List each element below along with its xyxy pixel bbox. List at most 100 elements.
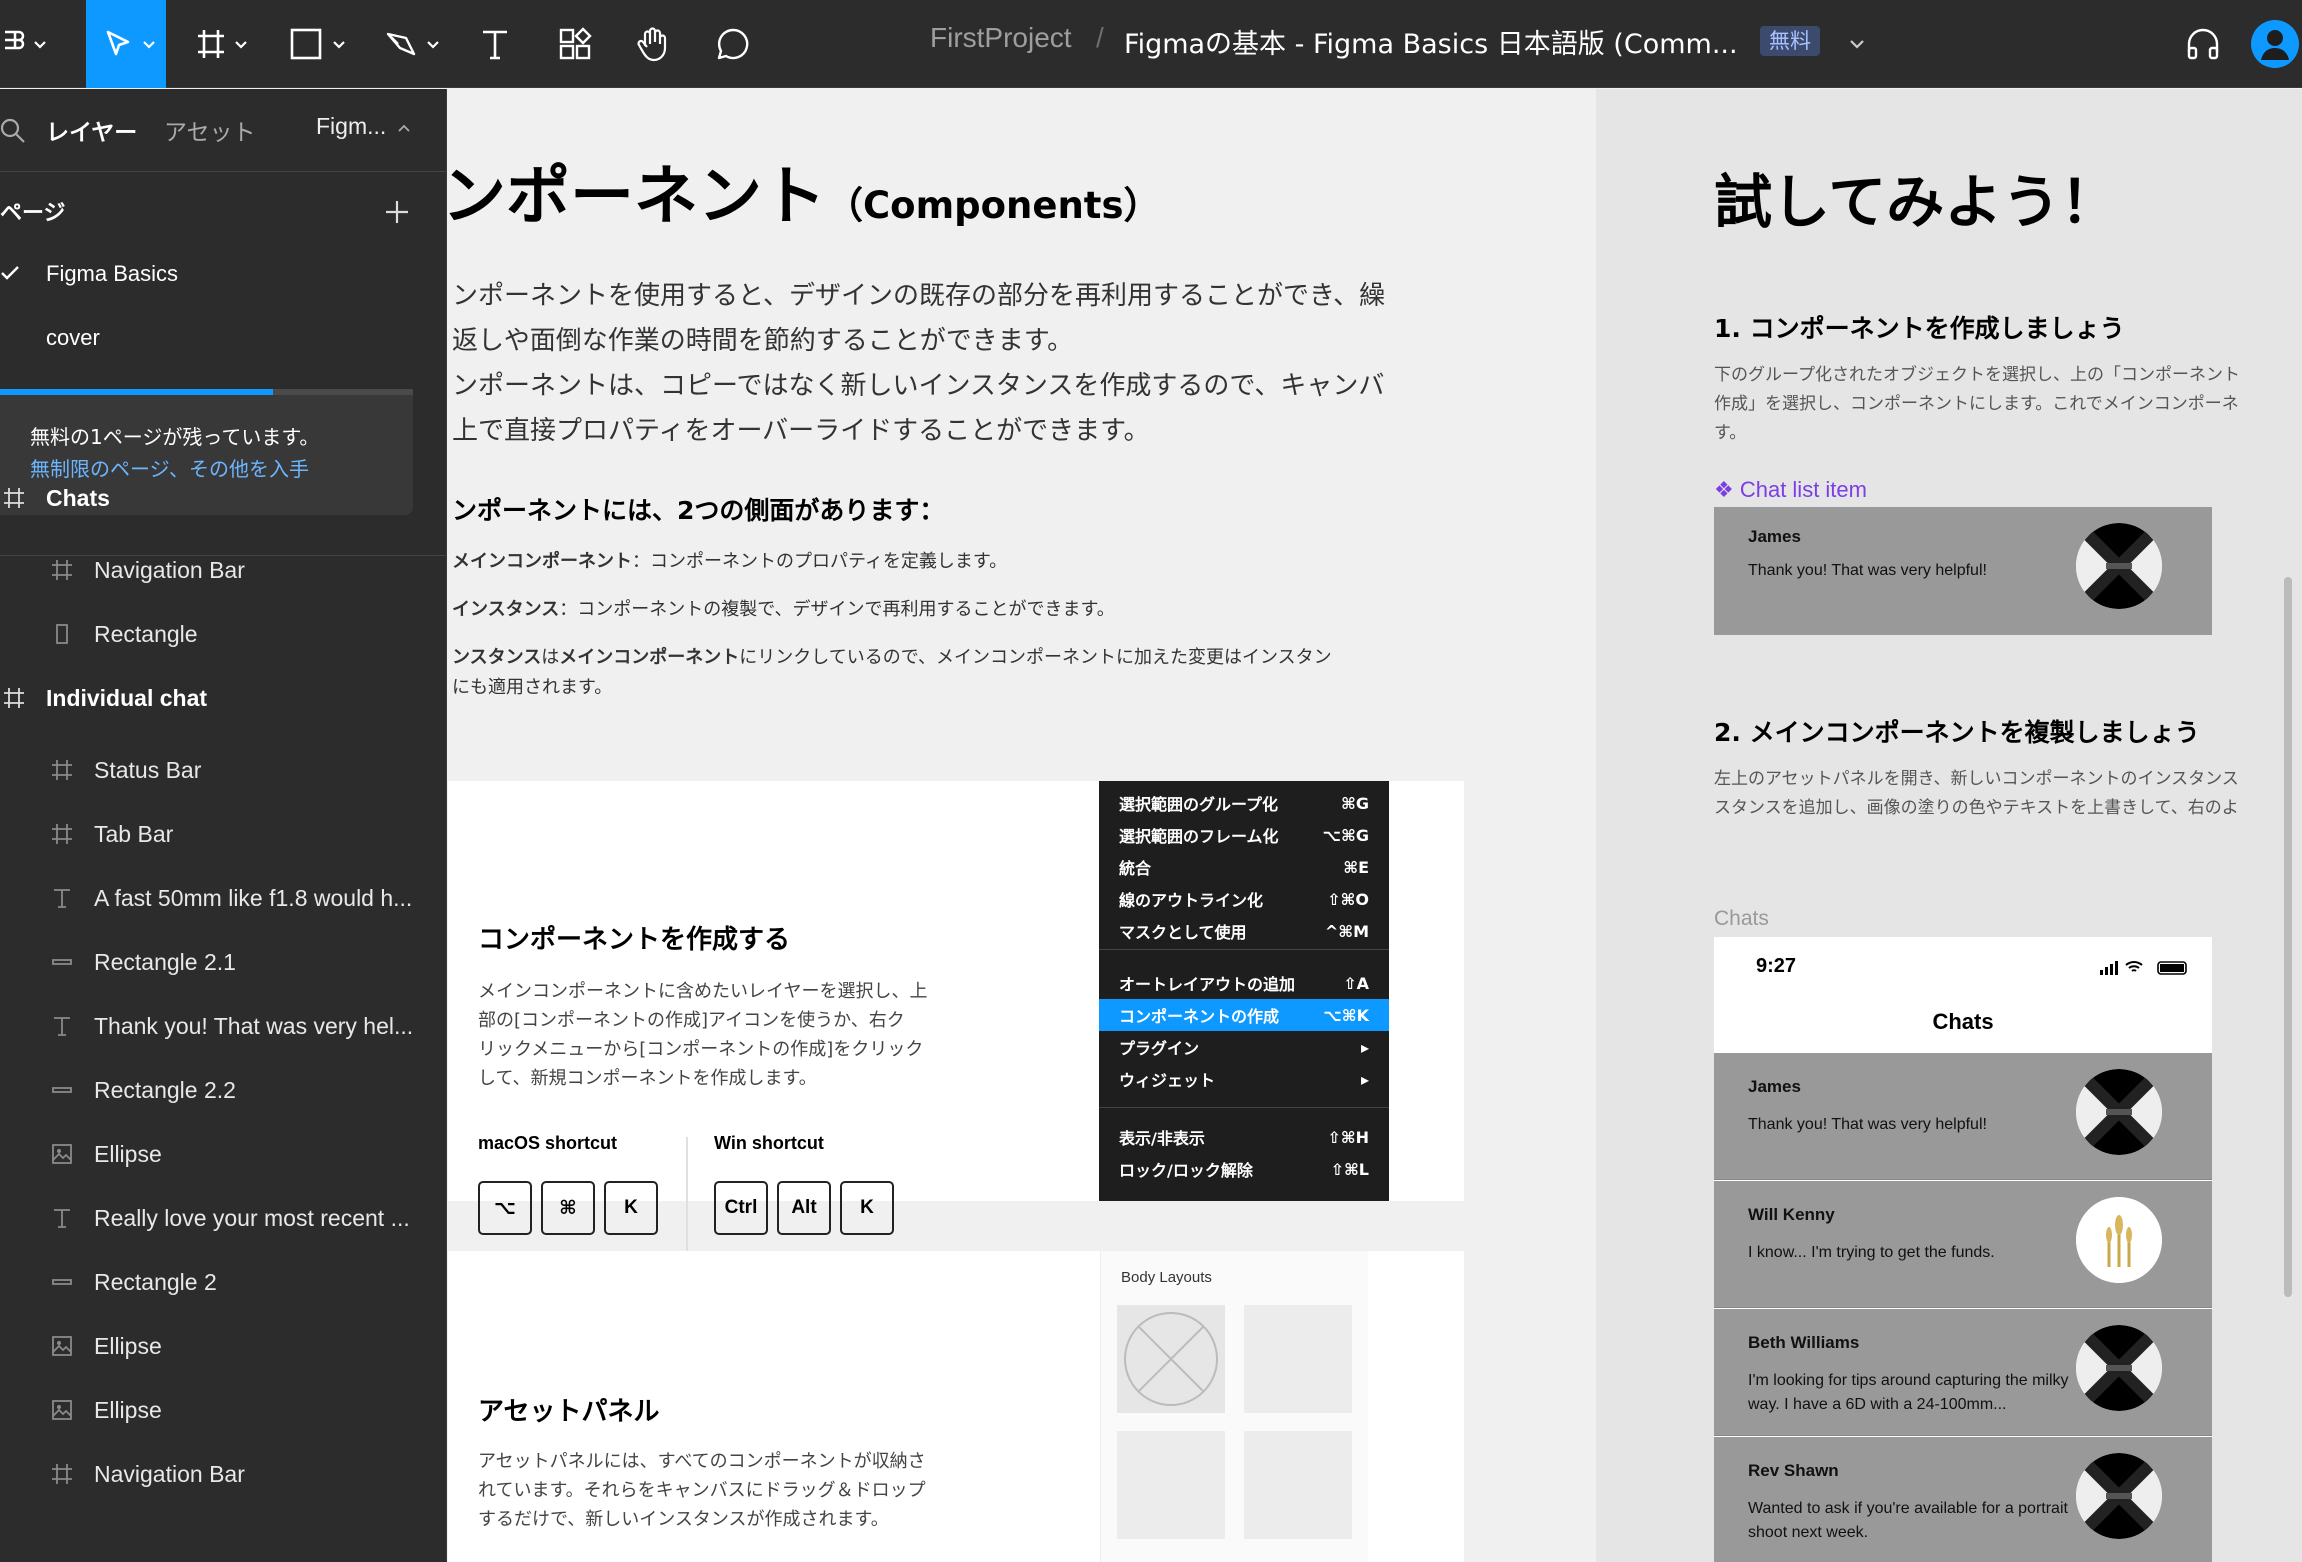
user-avatar-icon — [2251, 20, 2299, 68]
layer-label: Tab Bar — [94, 820, 174, 847]
file-menu-chevron[interactable] — [1840, 0, 1874, 88]
user-avatar-button[interactable] — [2248, 0, 2302, 88]
page-dropdown[interactable]: Figm... — [316, 113, 386, 140]
add-page-icon[interactable] — [384, 199, 410, 225]
layer-row[interactable]: Rectangle 2.2 — [0, 1058, 446, 1122]
preview-label: Body Layouts — [1121, 1269, 1212, 1286]
chat-list-item[interactable]: Rev Shawn Wanted to ask if you're availab… — [1714, 1437, 2212, 1562]
component-label[interactable]: ❖ Chat list item — [1714, 477, 1867, 503]
chat-name: Rev Shawn — [1748, 1461, 1839, 1480]
status-time: 9:27 — [1756, 955, 1797, 977]
key-k: K — [604, 1181, 658, 1235]
context-menu-item: オートレイアウトの追加 ⇧A — [1099, 967, 1389, 999]
search-icon[interactable] — [0, 117, 28, 145]
text-tool-icon — [483, 30, 507, 60]
layer-label: Rectangle — [94, 620, 198, 647]
chats-frame-label[interactable]: Chats — [1714, 907, 1769, 931]
rectangle-icon — [50, 622, 74, 646]
tab-assets[interactable]: アセット — [164, 113, 256, 147]
layer-label: Individual chat — [46, 684, 208, 711]
layer-row[interactable]: Navigation Bar — [0, 1442, 446, 1506]
layer-row[interactable]: A fast 50mm like f1.8 would h... — [0, 866, 446, 930]
desc-line: スタンスを追加し、画像の塗りの色やテキストを上書きして、右のよ — [1714, 798, 2239, 818]
placeholder-image-icon — [1124, 1312, 1218, 1406]
asset-thumbnail — [1244, 1431, 1352, 1539]
chevron-up-icon[interactable] — [396, 121, 412, 137]
intro-line: ンポーネントを使用すると、デザインの既存の部分を再利用することができ、繰 — [452, 281, 1386, 311]
try-it-title: 試してみよう！ — [1714, 168, 2119, 236]
layer-row[interactable]: Ellipse — [0, 1314, 446, 1378]
left-panel: レイヤー アセット Figm... ページ Figma Basics cover… — [0, 89, 447, 1562]
chat-list-item[interactable]: Beth Williams I'm looking for tips around… — [1714, 1309, 2212, 1436]
card-description: メインコンポーネントに含めたいレイヤーを選択し、上 部の[コンポーネントの作成]… — [478, 977, 927, 1093]
phone-title: Chats — [1932, 1009, 1994, 1034]
main-menu-button[interactable] — [0, 0, 50, 88]
menu-item-shortcut: ⇧A — [1343, 973, 1369, 993]
desc-line: して、新規コンポーネントを作成します。 — [478, 1068, 817, 1089]
move-tool-button[interactable] — [86, 0, 166, 88]
layer-row[interactable]: Navigation Bar — [0, 538, 446, 602]
hand-icon — [637, 27, 667, 62]
frame-tool-button[interactable] — [186, 0, 256, 88]
divider — [686, 1137, 688, 1257]
desc-line: アセットパネルには、すべてのコンポーネントが収納さ — [478, 1451, 926, 1472]
step2-title: 2. メインコンポーネントを複製しましょう — [1714, 718, 2200, 747]
aspect-desc: にも適用されます。 — [452, 677, 613, 698]
menu-item-shortcut: ⌘G — [1341, 793, 1369, 813]
hand-tool-button[interactable] — [626, 0, 680, 88]
pen-tool-button[interactable] — [376, 0, 446, 88]
create-component-card[interactable]: コンポーネントを作成する メインコンポーネントに含めたいレイヤーを選択し、上 部… — [448, 781, 1464, 1257]
layer-row[interactable]: Individual chat — [0, 666, 446, 730]
desc-line: れています。それらをキャンバスにドラッグ＆ドロップ — [478, 1480, 926, 1501]
page-item-cover[interactable]: cover — [46, 325, 100, 351]
tab-layers[interactable]: レイヤー — [46, 113, 137, 147]
layer-row[interactable]: Rectangle — [0, 602, 446, 666]
menu-divider — [1099, 949, 1389, 950]
menu-item-label: 選択範囲のフレーム化 — [1119, 827, 1279, 846]
layer-label: Navigation Bar — [94, 1460, 245, 1487]
aspect-desc: ：コンポーネントの複製で、デザインで再利用することができます。 — [559, 599, 1115, 620]
aspect-desc: ：コンポーネントのプロパティを定義します。 — [632, 551, 1008, 572]
intro-line: ンポーネントは、コピーではなく新しいインスタンスを作成するので、キャンバ — [452, 371, 1385, 401]
canvas[interactable]: ンポーネント（Components） ンポーネントを使用すると、デザインの既存の… — [448, 89, 2302, 1562]
layer-row[interactable]: Rectangle 2 — [0, 1250, 446, 1314]
file-title[interactable]: Figmaの基本 - Figma Basics 日本語版 (Comm... — [1124, 22, 1738, 61]
layer-row[interactable]: Ellipse — [0, 1122, 446, 1186]
menu-item-label: オートレイアウトの追加 — [1119, 975, 1296, 994]
menu-item-label: プラグイン — [1119, 1039, 1200, 1058]
layer-row[interactable]: Thank you! That was very hel... — [0, 994, 446, 1058]
layer-row[interactable]: Chats — [0, 466, 446, 530]
layer-row[interactable]: Ellipse — [0, 1378, 446, 1442]
layer-label: Ellipse — [94, 1140, 162, 1167]
aspect-instance: インスタンス：コンポーネントの複製で、デザインで再利用することができます。 — [452, 595, 1115, 621]
intro-line: 返しや面倒な作業の時間を節約することができます。 — [452, 326, 1074, 356]
layer-row[interactable]: Really love your most recent ... — [0, 1186, 446, 1250]
asset-panel-card[interactable]: アセットパネル アセットパネルには、すべてのコンポーネントが収納さ れています。… — [448, 1251, 1464, 1562]
comment-tool-button[interactable] — [706, 0, 760, 88]
page-item-figma-basics[interactable]: Figma Basics — [46, 261, 178, 287]
resources-button[interactable] — [548, 0, 602, 88]
audio-button[interactable] — [2178, 0, 2228, 88]
breadcrumb-project[interactable]: FirstProject — [930, 22, 1072, 54]
layer-row[interactable]: Rectangle 2.1 — [0, 930, 446, 994]
building-photo-icon — [2076, 523, 2162, 609]
text-tool-button[interactable] — [470, 0, 520, 88]
frame-icon — [50, 1462, 74, 1486]
text-icon — [50, 886, 74, 910]
chat-list-item-component[interactable]: James Thank you! That was very helpful! — [1714, 507, 2212, 635]
shape-tool-button[interactable] — [282, 0, 352, 88]
aspect-main-component: メインコンポーネント：コンポーネントのプロパティを定義します。 — [452, 547, 1007, 573]
vertical-scrollbar[interactable] — [2284, 577, 2292, 1297]
layer-row[interactable]: Status Bar — [0, 738, 446, 802]
chat-list-item[interactable]: Will Kenny I know... I'm trying to get th… — [1714, 1181, 2212, 1308]
chat-name: Beth Williams — [1748, 1333, 1860, 1352]
menu-item-label: コンポーネントの作成 — [1119, 1007, 1280, 1026]
chats-phone-frame[interactable]: 9:27 Chats James Thank you! That was very… — [1714, 937, 2212, 1562]
layer-row[interactable]: Tab Bar — [0, 802, 446, 866]
image-icon — [50, 1142, 74, 1166]
avatar — [2076, 523, 2162, 609]
aspect-term: メインコンポーネント — [452, 551, 632, 572]
desc-line: するだけで、新しいインスタンスが作成されます。 — [478, 1509, 889, 1530]
chat-list-item[interactable]: James Thank you! That was very helpful! — [1714, 1053, 2212, 1180]
try-it-frame[interactable]: 試してみよう！ 1. コンポーネントを作成しましょう 下のグループ化されたオブジ… — [1596, 89, 2302, 1562]
